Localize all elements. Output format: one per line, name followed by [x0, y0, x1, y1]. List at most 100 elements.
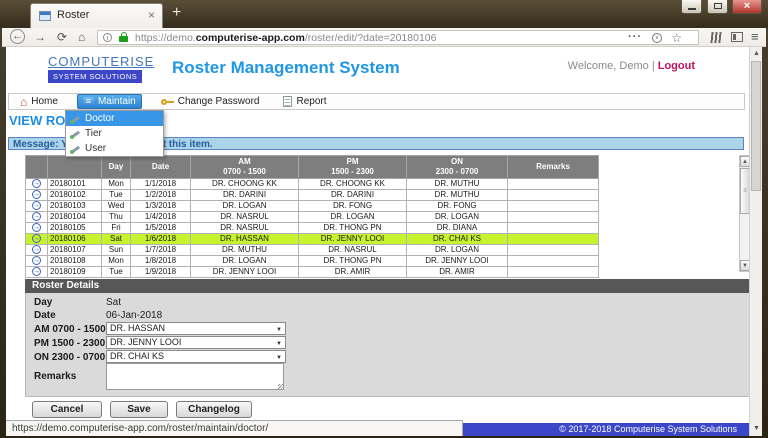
chevron-down-icon: ▼: [276, 327, 282, 333]
table-row[interactable]: 20180107Sun1/7/2018DR. MUTHUDR. NASRULDR…: [25, 244, 599, 256]
back-icon[interactable]: ←: [10, 29, 25, 44]
menu-item-report[interactable]: Report: [278, 95, 331, 108]
cell-pm: DR. CHOONG KK: [298, 178, 407, 190]
table-row[interactable]: 20180102Tue1/2/2018DR. DARINIDR. DARINID…: [25, 189, 599, 201]
logo-text[interactable]: COMPUTERISE: [48, 54, 154, 69]
dropdown-item-doctor[interactable]: Doctor: [66, 111, 163, 126]
save-button[interactable]: Save: [110, 401, 168, 418]
day-value: Sat: [106, 297, 122, 308]
scroll-down-icon[interactable]: ▼: [752, 425, 761, 432]
url-domain: computerise-app.com: [195, 32, 305, 44]
cell-pm: DR. LOGAN: [298, 211, 407, 223]
edit-row-arrow-icon[interactable]: [32, 234, 41, 244]
info-icon[interactable]: i: [103, 33, 112, 42]
edit-row-arrow-icon[interactable]: [32, 201, 41, 211]
dropdown-item-tier[interactable]: Tier: [66, 126, 163, 141]
cell-id: 20180108: [47, 255, 102, 267]
page-scrollbar[interactable]: ▲ ▼: [749, 47, 762, 436]
cell-date: 1/6/2018: [130, 233, 191, 245]
table-row[interactable]: 20180103Wed1/3/2018DR. LOGANDR. FONGDR. …: [25, 200, 599, 212]
cell-pm: DR. AMIR: [298, 266, 407, 278]
maintain-dropdown: Doctor Tier User: [65, 110, 164, 157]
window-titlebar[interactable]: Roster × + ×: [0, 0, 768, 28]
forward-icon[interactable]: →: [34, 30, 46, 44]
minimize-button[interactable]: [681, 0, 703, 14]
dropdown-item-label: Tier: [85, 128, 102, 139]
edit-row-arrow-icon[interactable]: [32, 256, 41, 266]
cell-pm: DR. THONG PN: [298, 222, 407, 234]
header-day: Day: [101, 155, 131, 179]
table-row[interactable]: 20180108Mon1/8/2018DR. LOGANDR. THONG PN…: [25, 255, 599, 267]
close-window-button[interactable]: ×: [732, 0, 762, 14]
cell-date: 1/9/2018: [130, 266, 191, 278]
table-scrollbar[interactable]: ▲ ≡ ▼: [739, 155, 749, 272]
table-row[interactable]: 20180109Tue1/9/2018DR. JENNY LOOIDR. AMI…: [25, 266, 599, 278]
table-row-selected[interactable]: 20180106Sat1/6/2018DR. HASSANDR. JENNY L…: [25, 233, 599, 245]
page-actions-icon[interactable]: ···: [628, 31, 642, 43]
maintain-list-icon: ≡: [82, 96, 94, 107]
cell-id: 20180104: [47, 211, 102, 223]
edit-row-arrow-icon[interactable]: [32, 212, 41, 222]
cell-day: Mon: [101, 255, 131, 267]
cancel-button[interactable]: Cancel: [32, 401, 102, 418]
am-doctor-select[interactable]: DR. HASSAN ▼: [106, 322, 286, 335]
dropdown-item-user[interactable]: User: [66, 141, 163, 156]
tab-close-icon[interactable]: ×: [148, 8, 155, 22]
resize-grip-icon[interactable]: [278, 384, 284, 390]
pm-doctor-select[interactable]: DR. JENNY LOOI ▼: [106, 336, 286, 349]
changelog-button[interactable]: Changelog: [176, 401, 252, 418]
menu-item-maintain[interactable]: ≡ Maintain: [76, 94, 142, 109]
on-doctor-select[interactable]: DR. CHAI KS ▼: [106, 350, 286, 363]
menu-item-change-password[interactable]: Change Password: [156, 95, 265, 108]
header-remarks: Remarks: [507, 155, 599, 179]
sidebar-icon[interactable]: [731, 32, 743, 42]
pocket-icon[interactable]: ∨: [652, 33, 662, 43]
edit-row-arrow-icon[interactable]: [32, 179, 41, 189]
cell-am: DR. JENNY LOOI: [190, 266, 299, 278]
cell-remarks: [507, 266, 599, 278]
browser-home-icon[interactable]: ⌂: [78, 30, 85, 44]
cell-remarks: [507, 222, 599, 234]
scroll-up-icon[interactable]: ▲: [740, 156, 749, 167]
on-doctor-value: DR. CHAI KS: [110, 351, 165, 361]
details-header: Roster Details: [25, 279, 749, 293]
cell-pm: DR. NASRUL: [298, 244, 407, 256]
table-row[interactable]: 20180105Fri1/5/2018DR. NASRULDR. THONG P…: [25, 222, 599, 234]
menu-item-label: Maintain: [97, 96, 136, 107]
refresh-icon[interactable]: ⟳: [57, 30, 67, 44]
cell-am: DR. HASSAN: [190, 233, 299, 245]
cell-pm: DR. FONG: [298, 200, 407, 212]
cell-id: 20180102: [47, 189, 102, 201]
cell-date: 1/1/2018: [130, 178, 191, 190]
scrollbar-thumb[interactable]: ≡: [740, 168, 749, 214]
table-row[interactable]: 20180101Mon1/1/2018DR. CHOONG KKDR. CHOO…: [25, 178, 599, 190]
home-icon: ⌂: [20, 94, 28, 109]
scrollbar-thumb[interactable]: [751, 61, 761, 191]
menu-hamburger-icon[interactable]: ≡: [751, 29, 759, 44]
maximize-button[interactable]: [706, 0, 728, 14]
logout-link[interactable]: Logout: [658, 60, 695, 72]
address-bar[interactable]: i https://demo.computerise-app.com/roste…: [97, 30, 699, 45]
cell-on: DR. LOGAN: [406, 211, 508, 223]
scroll-down-icon[interactable]: ▼: [740, 260, 749, 271]
am-doctor-value: DR. HASSAN: [110, 323, 166, 333]
table-row[interactable]: 20180104Thu1/4/2018DR. NASRULDR. LOGANDR…: [25, 211, 599, 223]
edit-row-arrow-icon[interactable]: [32, 245, 41, 255]
cell-id: 20180109: [47, 266, 102, 278]
scroll-up-icon[interactable]: ▲: [752, 50, 761, 57]
edit-row-arrow-icon[interactable]: [32, 190, 41, 200]
browser-tab[interactable]: Roster ×: [30, 3, 163, 28]
cell-id: 20180103: [47, 200, 102, 212]
bookmark-star-icon[interactable]: ☆: [671, 31, 682, 45]
cell-pm: DR. DARINI: [298, 189, 407, 201]
menu-item-home[interactable]: ⌂ Home: [15, 95, 63, 108]
new-tab-button[interactable]: +: [172, 4, 181, 22]
edit-icon: [70, 114, 80, 124]
edit-row-arrow-icon[interactable]: [32, 267, 41, 277]
library-icon[interactable]: [710, 32, 722, 43]
edit-row-arrow-icon[interactable]: [32, 223, 41, 233]
dropdown-item-label: Doctor: [85, 113, 115, 124]
remarks-textarea[interactable]: [106, 363, 284, 390]
url-text[interactable]: https://demo.computerise-app.com/roster/…: [135, 32, 436, 44]
details-panel: Day Sat Date 06-Jan-2018 AM 0700 - 1500 …: [25, 293, 749, 397]
